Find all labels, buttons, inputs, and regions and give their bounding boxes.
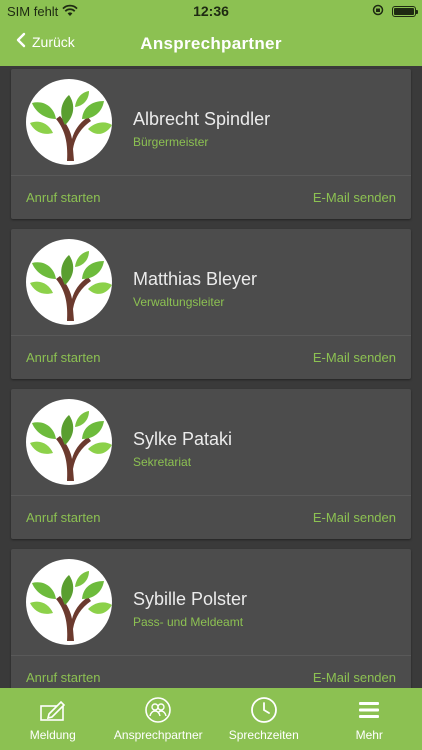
email-button[interactable]: E-Mail senden xyxy=(313,350,396,365)
call-button[interactable]: Anruf starten xyxy=(26,350,100,365)
contact-name: Albrecht Spindler xyxy=(133,109,271,129)
call-button[interactable]: Anruf starten xyxy=(26,190,100,205)
divider xyxy=(11,655,411,656)
avatar xyxy=(26,559,112,645)
contact-list[interactable]: Albrecht Spindler Bürgermeister Anruf st… xyxy=(0,66,422,688)
email-button[interactable]: E-Mail senden xyxy=(313,510,396,525)
contact-role: Sekretariat xyxy=(133,455,192,469)
avatar xyxy=(26,399,112,485)
edit-icon xyxy=(39,696,67,724)
call-button[interactable]: Anruf starten xyxy=(26,510,100,525)
email-button[interactable]: E-Mail senden xyxy=(313,670,396,685)
tab-ansprechpartner[interactable]: Ansprechpartner xyxy=(106,688,212,750)
divider xyxy=(11,175,411,176)
contact-name: Sybille Polster xyxy=(133,589,248,609)
tab-label: Sprechzeiten xyxy=(228,728,299,742)
tree-logo-icon xyxy=(26,79,112,165)
tree-logo-icon xyxy=(26,399,112,485)
tab-label: Ansprechpartner xyxy=(113,728,203,742)
tab-label: Meldung xyxy=(29,728,76,742)
contact-card: Albrecht Spindler Bürgermeister Anruf st… xyxy=(11,69,411,219)
divider xyxy=(11,495,411,496)
tab-bar: Meldung Ansprechpartner Sprechzeiten Meh… xyxy=(0,688,422,750)
contact-role: Verwaltungsleiter xyxy=(133,295,225,309)
contact-card: Sylke Pataki Sekretariat Anruf starten E… xyxy=(11,389,411,539)
clock-time: 12:36 xyxy=(193,3,229,19)
tree-logo-icon xyxy=(26,239,112,325)
tree-logo-icon xyxy=(26,559,112,645)
contact-role: Bürgermeister xyxy=(133,135,209,149)
contact-name: Matthias Bleyer xyxy=(133,269,258,289)
tab-sprechzeiten[interactable]: Sprechzeiten xyxy=(211,688,317,750)
tab-mehr[interactable]: Mehr xyxy=(317,688,422,750)
avatar xyxy=(26,79,112,165)
contact-card: Matthias Bleyer Verwaltungsleiter Anruf … xyxy=(11,229,411,379)
navigation-bar: Zurück Ansprechpartner xyxy=(0,22,422,66)
avatar xyxy=(26,239,112,325)
tab-meldung[interactable]: Meldung xyxy=(0,688,106,750)
battery-icon xyxy=(392,6,418,17)
call-button[interactable]: Anruf starten xyxy=(26,670,100,685)
status-bar: SIM fehlt 12:36 xyxy=(0,0,422,22)
contact-name: Sylke Pataki xyxy=(133,429,233,449)
divider xyxy=(11,335,411,336)
contact-role: Pass- und Meldeamt xyxy=(133,615,244,629)
menu-icon xyxy=(358,696,380,724)
orientation-lock-icon xyxy=(372,4,384,19)
tab-label: Mehr xyxy=(355,728,383,742)
contact-card: Sybille Polster Pass- und Meldeamt Anruf… xyxy=(11,549,411,688)
contacts-icon xyxy=(144,696,172,724)
clock-icon xyxy=(250,696,278,724)
page-title: Ansprechpartner xyxy=(140,34,282,53)
email-button[interactable]: E-Mail senden xyxy=(313,190,396,205)
